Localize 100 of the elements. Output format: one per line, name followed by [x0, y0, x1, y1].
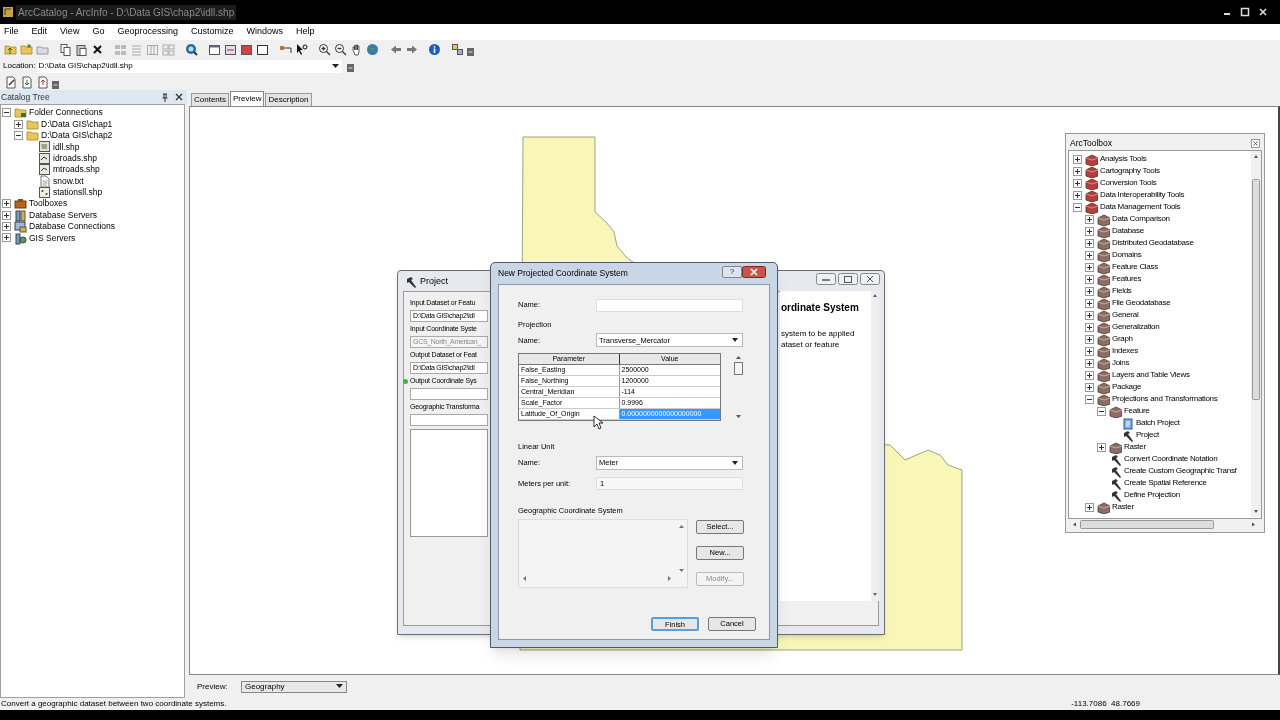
- menu-item[interactable]: View: [60, 25, 80, 39]
- preview-dropdown[interactable]: Geography: [241, 680, 347, 693]
- tree-item[interactable]: idll.shp: [53, 140, 80, 154]
- collapse-icon[interactable]: [1085, 394, 1094, 404]
- expand-icon[interactable]: [2, 233, 11, 243]
- expand-icon[interactable]: [2, 222, 11, 232]
- tree-item[interactable]: Raster: [1112, 501, 1134, 513]
- tree-item[interactable]: General: [1112, 309, 1139, 321]
- tree-item[interactable]: stationsll.shp: [53, 186, 103, 199]
- scrollbar[interactable]: [871, 291, 879, 601]
- expand-icon[interactable]: [1085, 238, 1094, 248]
- expand-icon[interactable]: [1085, 226, 1094, 236]
- export-metadata-icon[interactable]: [36, 75, 49, 89]
- globe-icon[interactable]: [366, 42, 379, 56]
- thumbnails-icon[interactable]: [162, 42, 175, 56]
- expand-icon[interactable]: [1085, 322, 1094, 332]
- info-icon[interactable]: [428, 42, 441, 56]
- expand-icon[interactable]: [1073, 154, 1082, 164]
- close-icon[interactable]: [175, 93, 183, 101]
- collapse-icon[interactable]: [1073, 202, 1082, 212]
- menu-item[interactable]: Edit: [31, 25, 48, 39]
- tree-item[interactable]: Features: [1112, 273, 1142, 285]
- tab[interactable]: Preview: [230, 91, 265, 106]
- list-box[interactable]: [410, 429, 488, 537]
- expand-icon[interactable]: [1085, 298, 1094, 308]
- expand-icon[interactable]: [1085, 358, 1094, 368]
- window-icon[interactable]: [224, 42, 237, 56]
- zoom-out-icon[interactable]: [334, 42, 347, 56]
- tree-item[interactable]: Feature: [1124, 405, 1150, 417]
- input-field[interactable]: [410, 388, 488, 400]
- tree-item[interactable]: Raster: [1124, 441, 1146, 453]
- tree-item[interactable]: Domains: [1112, 249, 1142, 261]
- tree-item[interactable]: Conversion Tools: [1100, 177, 1157, 189]
- tree-item[interactable]: D:\Data GIS\chap2: [41, 129, 113, 142]
- expand-icon[interactable]: [1085, 286, 1094, 296]
- expand-icon[interactable]: [1085, 502, 1094, 512]
- close-button[interactable]: [742, 266, 766, 278]
- expand-icon[interactable]: [1085, 310, 1094, 320]
- pin-icon[interactable]: [161, 92, 169, 102]
- tree-item[interactable]: Indexes: [1112, 345, 1138, 357]
- expand-icon[interactable]: [1085, 214, 1094, 224]
- tree-item[interactable]: Toolboxes: [29, 197, 68, 211]
- toolbar-options-icon[interactable]: [347, 64, 355, 72]
- window-icon[interactable]: [240, 42, 253, 56]
- collapse-icon[interactable]: [14, 130, 23, 140]
- menu-item[interactable]: Go: [92, 25, 105, 39]
- expand-icon[interactable]: [1085, 346, 1094, 356]
- tree-item[interactable]: GIS Servers: [29, 231, 76, 245]
- import-metadata-icon[interactable]: [20, 75, 33, 89]
- tree-item[interactable]: Define Projection: [1124, 489, 1180, 501]
- zoom-in-icon[interactable]: [318, 42, 331, 56]
- window-icon[interactable]: [256, 42, 269, 56]
- copy-icon[interactable]: [59, 42, 72, 56]
- expand-icon[interactable]: [1073, 178, 1082, 188]
- window-icon[interactable]: [451, 42, 464, 56]
- tree-item[interactable]: Database Connections: [29, 220, 115, 233]
- help-button[interactable]: ?: [722, 266, 742, 278]
- tree-item[interactable]: Joins: [1112, 357, 1130, 369]
- tree-item[interactable]: Projections and Transformations: [1112, 393, 1218, 405]
- tree-item[interactable]: Layers and Table Views: [1112, 369, 1190, 381]
- edit-metadata-icon[interactable]: [4, 75, 17, 89]
- tree-item[interactable]: mtroads.shp: [53, 163, 100, 177]
- expand-icon[interactable]: [2, 199, 11, 209]
- menu-item[interactable]: Windows: [246, 25, 283, 39]
- close-icon[interactable]: [1251, 138, 1260, 148]
- add-folder-icon[interactable]: [20, 42, 33, 56]
- delete-icon[interactable]: [91, 42, 104, 56]
- tree-item[interactable]: Package: [1112, 381, 1142, 393]
- expand-icon[interactable]: [1085, 370, 1094, 380]
- tree-item[interactable]: Distributed Geodatabase: [1112, 237, 1194, 249]
- expand-icon[interactable]: [1085, 382, 1094, 392]
- tree-item[interactable]: Database Servers: [29, 208, 98, 222]
- menu-item[interactable]: Help: [296, 25, 315, 39]
- menu-item[interactable]: Geoprocessing: [117, 25, 178, 39]
- tree-item[interactable]: Generalization: [1112, 321, 1160, 333]
- search-icon[interactable]: [185, 42, 198, 56]
- paste-icon[interactable]: [75, 42, 88, 56]
- input-field[interactable]: [410, 414, 488, 426]
- tree-item[interactable]: Project: [1136, 429, 1159, 441]
- collapse-icon[interactable]: [1097, 406, 1106, 416]
- expand-icon[interactable]: [2, 210, 11, 220]
- pointer-icon[interactable]: [295, 42, 308, 56]
- tree-item[interactable]: D:\Data GIS\chap1: [41, 117, 113, 131]
- tree-item[interactable]: Fields: [1112, 285, 1132, 297]
- tree-item[interactable]: Analysis Tools: [1100, 153, 1147, 165]
- window-icon[interactable]: [208, 42, 221, 56]
- close-icon[interactable]: [1257, 7, 1269, 17]
- location-field[interactable]: D:\Data GIS\chap2\idll.shp: [37, 59, 343, 73]
- tree-item[interactable]: Database: [1112, 225, 1144, 237]
- tree-item[interactable]: Create Spatial Reference: [1124, 477, 1207, 489]
- expand-icon[interactable]: [1085, 334, 1094, 344]
- scrollbar[interactable]: [1251, 151, 1261, 517]
- tree-item[interactable]: Create Custom Geographic Transf: [1124, 465, 1237, 477]
- expand-icon[interactable]: [1085, 250, 1094, 260]
- tree-item[interactable]: Cartography Tools: [1100, 165, 1160, 177]
- tree-item[interactable]: Graph: [1112, 333, 1133, 345]
- tree-item[interactable]: Data Comparison: [1112, 213, 1170, 225]
- tree-item[interactable]: Feature Class: [1112, 261, 1158, 273]
- tree-item[interactable]: Folder Connections: [29, 106, 103, 120]
- maximize-icon[interactable]: [838, 273, 858, 285]
